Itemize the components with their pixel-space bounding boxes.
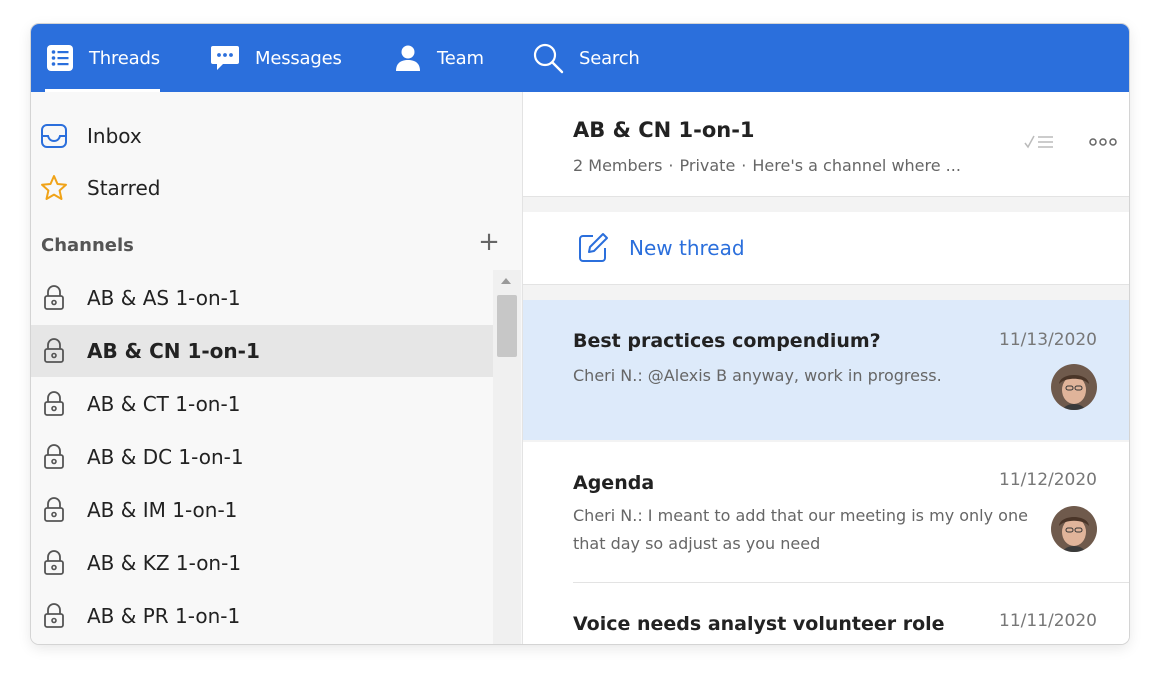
channel-label: AB & PR 1-on-1 (87, 604, 241, 628)
new-thread-label: New thread (629, 236, 745, 260)
search-icon (531, 41, 565, 75)
channel-label: AB & AS 1-on-1 (87, 286, 241, 310)
nav-tab-search[interactable]: Search (531, 24, 640, 92)
checklist-icon[interactable] (1023, 132, 1057, 156)
channels-header: Channels (41, 235, 134, 256)
channel-label: AB & DC 1-on-1 (87, 445, 244, 469)
thread-preview: Cheri N.: I meant to add that our meetin… (573, 506, 1028, 553)
lock-icon (39, 283, 69, 313)
star-icon (39, 173, 69, 203)
nav-tab-team-label: Team (437, 47, 484, 69)
scroll-up-arrow-icon[interactable] (501, 278, 511, 284)
thread-title: Voice needs analyst volunteer role (573, 613, 945, 635)
channel-privacy: Private (679, 156, 736, 175)
nav-tab-threads-label: Threads (89, 47, 160, 69)
avatar[interactable] (1051, 506, 1097, 552)
new-thread-button[interactable]: New thread (523, 212, 1129, 285)
lock-icon (39, 495, 69, 525)
sidebar: Inbox Starred Channels + AB & AS 1-on-1 … (31, 92, 523, 644)
sidebar-item-label: Starred (87, 176, 161, 200)
sidebar-item-channel[interactable]: AB & DC 1-on-1 (31, 431, 493, 483)
compose-icon (577, 232, 609, 268)
thread-date: 11/12/2020 (999, 470, 1097, 490)
channel-member-count[interactable]: 2 Members (573, 156, 662, 175)
lock-icon (39, 336, 69, 366)
main-panel: AB & CN 1-on-1 2 Members · Private · Here's … (523, 92, 1129, 644)
sidebar-item-starred[interactable]: Starred (31, 162, 493, 214)
channel-description: Here's a channel where ... (752, 156, 961, 175)
add-channel-button[interactable]: + (477, 228, 501, 256)
thread-date: 11/11/2020 (999, 611, 1097, 631)
thread-item[interactable]: Agenda 11/12/2020 Cheri N.: I meant to a… (523, 442, 1129, 584)
sidebar-item-channel[interactable]: AB & KZ 1-on-1 (31, 537, 493, 589)
app-window: Threads Messages Team Search Inbox Starr… (31, 24, 1129, 644)
channel-label: AB & CT 1-on-1 (87, 392, 241, 416)
sidebar-item-label: Inbox (87, 124, 142, 148)
nav-tab-team[interactable]: Team (393, 24, 484, 92)
thread-date: 11/13/2020 (999, 330, 1097, 350)
thread-item-selected[interactable]: Best practices compendium? 11/13/2020 Ch… (523, 300, 1129, 440)
sidebar-item-channel-selected[interactable]: AB & CN 1-on-1 (31, 325, 493, 377)
avatar[interactable] (1051, 364, 1097, 410)
thread-item[interactable]: Voice needs analyst volunteer role 11/11… (523, 583, 1129, 644)
inbox-icon (39, 121, 69, 151)
more-options-icon[interactable] (1087, 132, 1121, 156)
separator: · (741, 156, 747, 175)
sidebar-item-channel[interactable]: AB & PR 1-on-1 (31, 590, 493, 642)
lock-icon (39, 389, 69, 419)
person-icon (393, 43, 423, 73)
nav-tab-messages-label: Messages (255, 47, 342, 69)
channel-list-scrollbar[interactable] (493, 270, 521, 644)
sidebar-item-inbox[interactable]: Inbox (31, 110, 493, 162)
channel-label: AB & CN 1-on-1 (87, 339, 260, 363)
chat-icon (209, 43, 241, 73)
lock-icon (39, 548, 69, 578)
channel-header: AB & CN 1-on-1 2 Members · Private · Here's … (523, 92, 1129, 197)
channel-title: AB & CN 1-on-1 (573, 118, 755, 142)
lock-icon (39, 601, 69, 631)
thread-preview: Cheri N.: @Alexis B anyway, work in prog… (573, 366, 942, 385)
nav-tab-search-label: Search (579, 47, 640, 69)
top-nav-bar: Threads Messages Team Search (31, 24, 1129, 92)
thread-title: Best practices compendium? (573, 330, 881, 352)
sidebar-item-channel[interactable]: AB & CT 1-on-1 (31, 378, 493, 430)
thread-title: Agenda (573, 472, 655, 494)
channel-subtitle: 2 Members · Private · Here's a channel where… (573, 156, 961, 175)
scrollbar-thumb[interactable] (497, 295, 517, 357)
nav-tab-threads[interactable]: Threads (45, 24, 160, 92)
separator: · (668, 156, 674, 175)
channel-label: AB & KZ 1-on-1 (87, 551, 242, 575)
sidebar-item-channel[interactable]: AB & IM 1-on-1 (31, 484, 493, 536)
lock-icon (39, 442, 69, 472)
nav-tab-messages[interactable]: Messages (209, 24, 342, 92)
list-icon (45, 43, 75, 73)
sidebar-item-channel[interactable]: AB & AS 1-on-1 (31, 272, 493, 324)
channel-label: AB & IM 1-on-1 (87, 498, 238, 522)
